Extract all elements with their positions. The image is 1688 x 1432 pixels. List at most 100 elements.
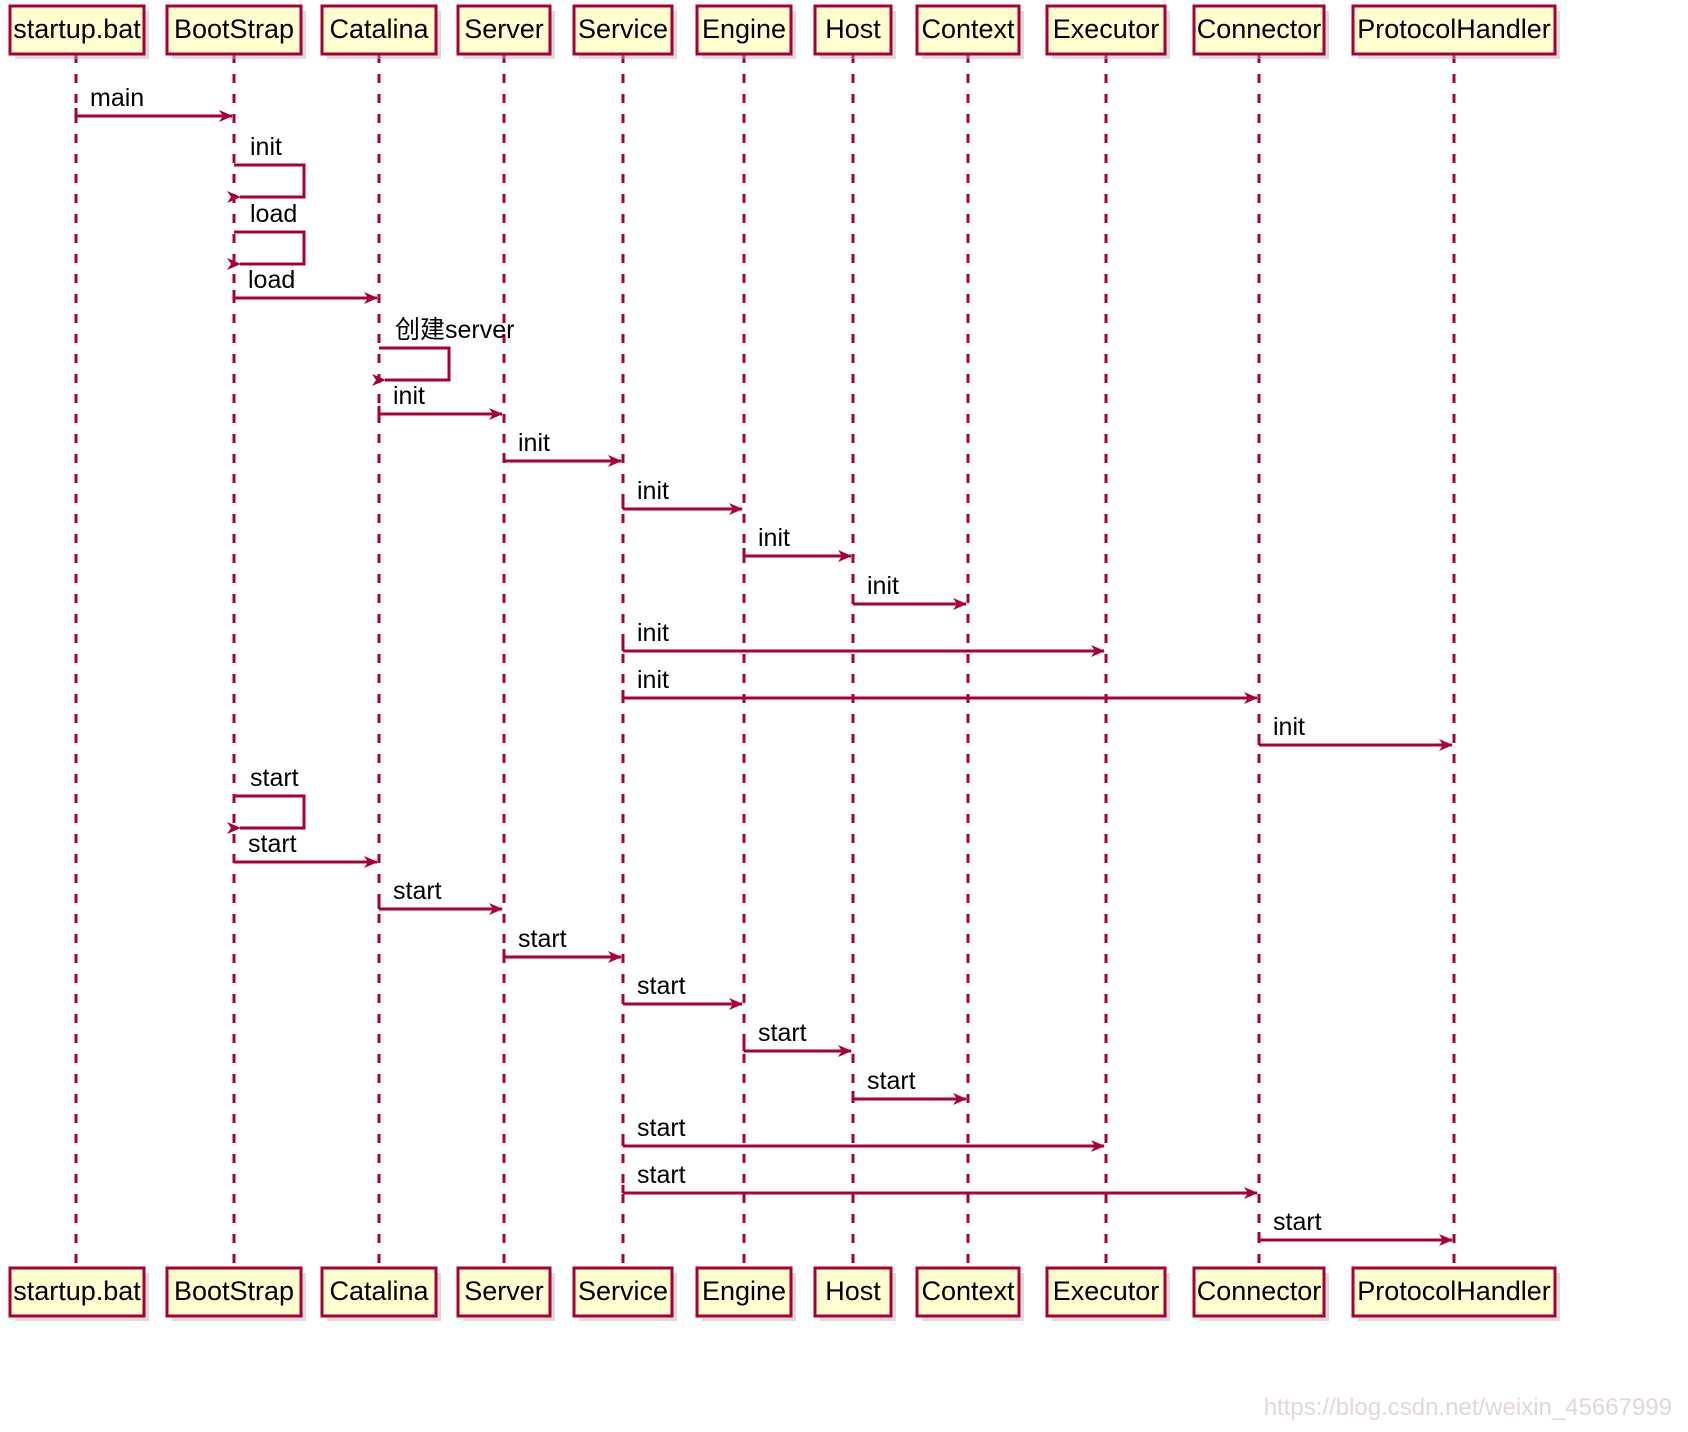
participant-header-executor[interactable]: Executor: [1045, 4, 1170, 59]
participant-label: Context: [921, 1276, 1015, 1306]
message-label: start: [248, 830, 297, 858]
messages-layer: main init load load 创建server init init init init…: [74, 84, 1453, 1246]
watermark-layer: https://blog.csdn.net/weixin_45667999: [1264, 1394, 1672, 1421]
message-m22-start[interactable]: start: [621, 1161, 1258, 1199]
message-label: init: [250, 133, 282, 161]
message-m04-load[interactable]: load: [232, 266, 378, 304]
message-label: 创建server: [395, 316, 514, 344]
participant-label: Service: [578, 1276, 668, 1306]
participant-footer-service[interactable]: Service: [572, 1266, 677, 1321]
message-m11-init[interactable]: init: [621, 619, 1105, 657]
participant-label: Engine: [702, 1276, 786, 1306]
participant-footer-protocol[interactable]: ProtocolHandler: [1351, 1266, 1560, 1321]
message-m19-start[interactable]: start: [742, 1019, 852, 1057]
message-m10-init[interactable]: init: [851, 572, 967, 610]
participant-header-host[interactable]: Host: [813, 4, 896, 59]
participant-header-bootstrap[interactable]: BootStrap: [165, 4, 306, 59]
participant-header-connector[interactable]: Connector: [1192, 4, 1329, 59]
participant-label: startup.bat: [13, 14, 141, 44]
participant-header-startup[interactable]: startup.bat: [8, 4, 149, 59]
participant-footer-host[interactable]: Host: [813, 1266, 896, 1321]
participant-label: ProtocolHandler: [1357, 1276, 1551, 1306]
participant-footer-engine[interactable]: Engine: [695, 1266, 796, 1321]
message-m16-start[interactable]: start: [377, 877, 503, 915]
message-m13-init[interactable]: init: [1257, 713, 1453, 751]
message-label: start: [393, 877, 442, 905]
message-m01-main[interactable]: main: [74, 84, 233, 122]
participant-label: Connector: [1197, 1276, 1322, 1306]
participant-footer-executor[interactable]: Executor: [1045, 1266, 1170, 1321]
message-m20-start[interactable]: start: [851, 1067, 967, 1105]
participant-label: Host: [825, 14, 881, 44]
participant-header-protocol[interactable]: ProtocolHandler: [1351, 4, 1560, 59]
message-m18-start[interactable]: start: [621, 972, 743, 1010]
participant-label: Catalina: [329, 1276, 429, 1306]
message-label: start: [250, 764, 299, 792]
participant-header-engine[interactable]: Engine: [695, 4, 796, 59]
participant-header-server[interactable]: Server: [456, 4, 555, 59]
message-m06-init[interactable]: init: [377, 382, 503, 420]
message-label: init: [393, 382, 425, 410]
sequence-diagram: main init load load 创建server init init init init…: [0, 0, 1688, 1432]
participant-label: Engine: [702, 14, 786, 44]
message-m07-init[interactable]: init: [502, 429, 622, 467]
message-m23-start[interactable]: start: [1257, 1208, 1453, 1246]
participant-footer-row: startup.bat BootStrap Catalina Server Servic…: [8, 1266, 1560, 1321]
message-label: start: [637, 972, 686, 1000]
message-m05-创建server[interactable]: 创建server: [372, 316, 514, 386]
message-label: start: [1273, 1208, 1322, 1236]
message-m02-init[interactable]: init: [227, 133, 306, 203]
participant-header-service[interactable]: Service: [572, 4, 677, 59]
message-m15-start[interactable]: start: [232, 830, 378, 868]
message-label: load: [250, 200, 297, 228]
participant-footer-startup[interactable]: startup.bat: [8, 1266, 149, 1321]
participant-label: startup.bat: [13, 1276, 141, 1306]
message-m08-init[interactable]: init: [621, 477, 743, 515]
lifelines-layer: [74, 54, 1456, 1268]
participant-label: Service: [578, 14, 668, 44]
participant-footer-context[interactable]: Context: [915, 1266, 1024, 1321]
message-label: start: [637, 1161, 686, 1189]
participant-label: Context: [921, 14, 1015, 44]
participant-footer-bootstrap[interactable]: BootStrap: [165, 1266, 306, 1321]
message-m03-load[interactable]: load: [227, 200, 306, 270]
message-label: start: [637, 1114, 686, 1142]
message-label: init: [518, 429, 550, 457]
self-message-path: [227, 230, 306, 270]
participant-label: ProtocolHandler: [1357, 14, 1551, 44]
participant-label: Catalina: [329, 14, 429, 44]
participant-header-catalina[interactable]: Catalina: [320, 4, 441, 59]
self-message-path: [227, 163, 306, 203]
message-label: init: [637, 477, 669, 505]
participant-header-context[interactable]: Context: [915, 4, 1024, 59]
message-label: load: [248, 266, 295, 294]
message-m17-start[interactable]: start: [502, 925, 622, 963]
participant-label: Executor: [1053, 1276, 1160, 1306]
message-m12-init[interactable]: init: [621, 666, 1258, 704]
participant-footer-server[interactable]: Server: [456, 1266, 555, 1321]
message-label: start: [518, 925, 567, 953]
self-message-path: [227, 794, 306, 834]
participant-label: Connector: [1197, 14, 1322, 44]
participant-label: BootStrap: [174, 1276, 294, 1306]
participant-label: Executor: [1053, 14, 1160, 44]
participant-label: Server: [464, 1276, 544, 1306]
participant-label: Server: [464, 14, 544, 44]
sequence-diagram-canvas: main init load load 创建server init init init init…: [8, 4, 1672, 1421]
message-m21-start[interactable]: start: [621, 1114, 1105, 1152]
message-label: init: [758, 524, 790, 552]
message-label: start: [867, 1067, 916, 1095]
participant-label: BootStrap: [174, 14, 294, 44]
self-message-path: [372, 346, 451, 386]
participant-footer-connector[interactable]: Connector: [1192, 1266, 1329, 1321]
message-label: start: [758, 1019, 807, 1047]
message-label: init: [1273, 713, 1305, 741]
message-label: init: [867, 572, 899, 600]
participant-label: Host: [825, 1276, 881, 1306]
message-m09-init[interactable]: init: [742, 524, 852, 562]
message-label: main: [90, 84, 144, 112]
message-label: init: [637, 666, 669, 694]
message-m14-start[interactable]: start: [227, 764, 306, 834]
participant-footer-catalina[interactable]: Catalina: [320, 1266, 441, 1321]
csdn-watermark: https://blog.csdn.net/weixin_45667999: [1264, 1394, 1672, 1421]
